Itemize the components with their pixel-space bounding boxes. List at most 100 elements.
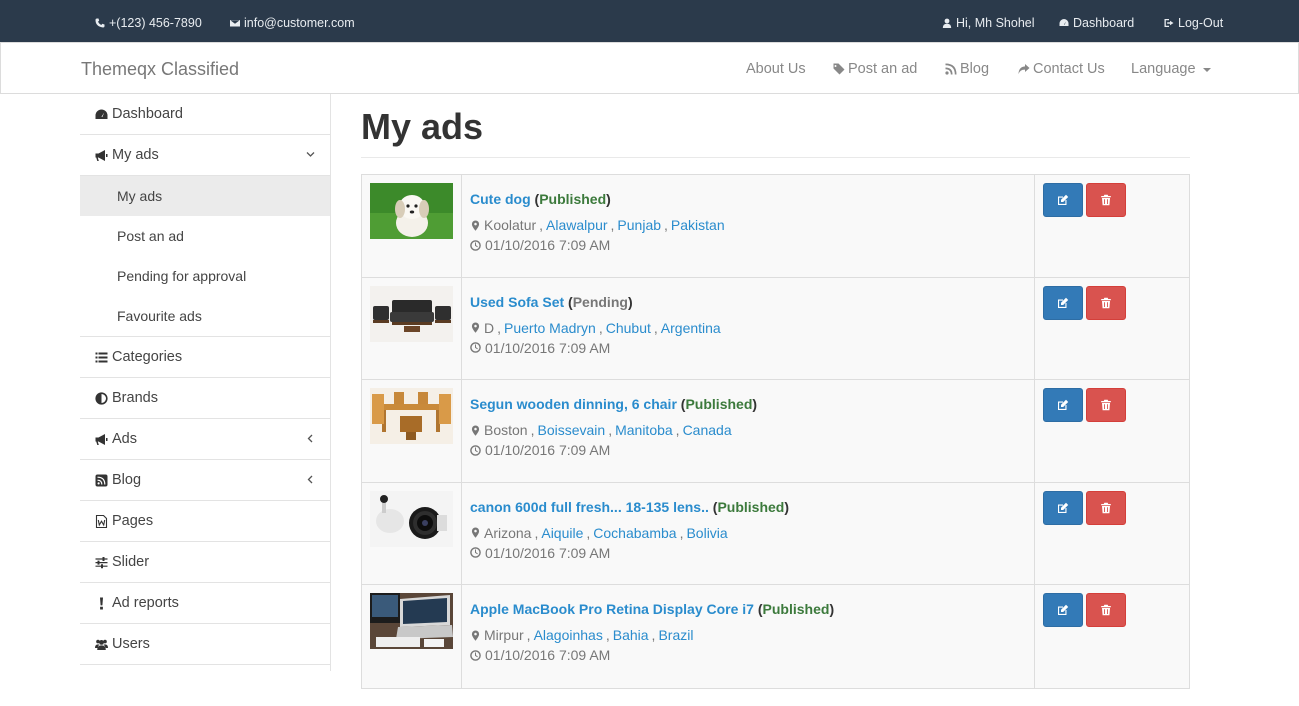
clock-icon xyxy=(470,239,481,251)
sidebar-item-users[interactable]: Users xyxy=(80,624,330,665)
nav-about-us[interactable]: About Us xyxy=(746,61,806,77)
edit-ad-button[interactable] xyxy=(1043,593,1083,627)
submenu-item-pending-approval[interactable]: Pending for approval xyxy=(80,256,330,296)
nav-language-dropdown[interactable]: Language xyxy=(1131,61,1211,77)
ad-state-link[interactable]: Chubut xyxy=(606,320,651,336)
greeting-text: Hi, Mh Shohel xyxy=(956,16,1035,30)
sidebar-item-ads[interactable]: Ads xyxy=(80,419,330,460)
sidebar-item-dashboard[interactable]: Dashboard xyxy=(80,94,330,135)
ad-thumbnail[interactable] xyxy=(370,285,453,342)
ad-area-link[interactable]: Boissevain xyxy=(537,422,605,438)
ad-status: Published xyxy=(539,191,607,207)
logout-text: Log-Out xyxy=(1178,16,1224,30)
delete-ad-button[interactable] xyxy=(1086,285,1126,320)
clock-icon xyxy=(470,649,481,661)
trash-icon xyxy=(1101,604,1111,616)
ad-location: Koolatur, Alawalpur, Punjab, Pakistan xyxy=(470,217,1026,233)
logout-link[interactable]: Log-Out xyxy=(1164,16,1223,30)
ad-title-link[interactable]: Segun wooden dinning, 6 chair xyxy=(470,396,677,412)
edit-ad-button[interactable] xyxy=(1043,285,1083,320)
ad-state-link[interactable]: Punjab xyxy=(617,217,661,233)
sidebar-item-partial[interactable] xyxy=(80,665,330,706)
ad-title-link[interactable]: canon 600d full fresh... 18-135 lens.. xyxy=(470,499,709,515)
ad-state-link[interactable]: Bahia xyxy=(613,627,649,643)
edit-ad-button[interactable] xyxy=(1043,388,1083,422)
ad-thumbnail[interactable] xyxy=(370,593,453,649)
sidebar-item-ad-reports[interactable]: Ad reports xyxy=(80,583,330,624)
tag-icon xyxy=(833,63,845,75)
ad-date: 01/10/2016 7:09 AM xyxy=(470,545,1026,561)
ad-area-link[interactable]: Alagoinhas xyxy=(534,627,603,643)
top-bar: +(123) 456-7890 info@customer.com Hi, Mh… xyxy=(0,0,1299,42)
ad-status: Published xyxy=(762,601,830,617)
sidebar-label: Dashboard xyxy=(112,106,183,122)
delete-ad-button[interactable] xyxy=(1086,183,1126,217)
ad-thumbnail[interactable] xyxy=(370,183,453,239)
submenu-item-post-ad[interactable]: Post an ad xyxy=(80,216,330,256)
chevron-left-icon xyxy=(307,475,313,484)
sidebar-label: Users xyxy=(112,636,150,652)
ad-title-link[interactable]: Used Sofa Set xyxy=(470,294,564,310)
nav-contact-us[interactable]: Contact Us xyxy=(1018,61,1105,77)
sidebar-item-categories[interactable]: Categories xyxy=(80,337,330,378)
ad-title-line: Cute dog (Published) xyxy=(470,191,611,207)
ad-area-link[interactable]: Alawalpur xyxy=(546,217,607,233)
sidebar-item-my-ads[interactable]: My ads xyxy=(80,135,330,176)
sidebar-label: Pages xyxy=(112,513,154,529)
ad-state-link[interactable]: Manitoba xyxy=(615,422,673,438)
user-greeting[interactable]: Hi, Mh Shohel xyxy=(942,16,1035,30)
ad-thumbnail[interactable] xyxy=(370,388,453,444)
ad-area-link[interactable]: Puerto Madryn xyxy=(504,320,596,336)
actions-cell xyxy=(1035,380,1189,482)
ad-area-link[interactable]: Aiquile xyxy=(541,525,583,541)
ad-title-link[interactable]: Apple MacBook Pro Retina Display Core i7 xyxy=(470,601,754,617)
ad-state-link[interactable]: Cochabamba xyxy=(593,525,676,541)
ad-status: Published xyxy=(717,498,785,515)
sidebar-item-blog[interactable]: Blog xyxy=(80,460,330,501)
delete-ad-button[interactable] xyxy=(1086,388,1126,422)
delete-ad-button[interactable] xyxy=(1086,593,1126,627)
ad-thumbnail[interactable] xyxy=(370,490,453,547)
delete-ad-button[interactable] xyxy=(1086,490,1126,525)
ad-city: Mirpur xyxy=(484,627,524,643)
sidebar-item-slider[interactable]: Slider xyxy=(80,542,330,583)
chevron-down-icon xyxy=(306,152,315,157)
thumbnail-cell xyxy=(362,175,462,277)
ad-country-link[interactable]: Pakistan xyxy=(671,217,725,233)
topbar-dashboard-link[interactable]: Dashboard xyxy=(1059,16,1134,30)
list-icon xyxy=(95,352,108,362)
nav-blog[interactable]: Blog xyxy=(945,61,989,77)
my-ads-submenu: My ads Post an ad Pending for approval F… xyxy=(80,176,330,337)
ad-country-link[interactable]: Argentina xyxy=(661,320,721,336)
phone-contact: +(123) 456-7890 xyxy=(95,16,202,30)
brand-logo-text[interactable]: Themeqx Classified xyxy=(81,59,239,80)
sidebar-item-pages[interactable]: Pages xyxy=(80,501,330,542)
share-arrow-icon xyxy=(1018,64,1030,74)
rss-square-icon xyxy=(95,474,108,486)
ad-country-link[interactable]: Brazil xyxy=(658,627,693,643)
email-contact[interactable]: info@customer.com xyxy=(230,16,355,30)
edit-ad-button[interactable] xyxy=(1043,183,1083,217)
nav-language-label: Language xyxy=(1131,61,1196,77)
nav-post-ad[interactable]: Post an ad xyxy=(833,61,917,77)
ad-country-link[interactable]: Canada xyxy=(683,422,732,438)
actions-cell xyxy=(1035,483,1189,585)
edit-icon xyxy=(1058,604,1069,615)
ad-title-line: Segun wooden dinning, 6 chair (Published… xyxy=(470,396,758,412)
dashboard-icon xyxy=(1059,19,1069,26)
ad-country-link[interactable]: Bolivia xyxy=(686,525,727,541)
submenu-item-favourite-ads[interactable]: Favourite ads xyxy=(80,296,330,336)
bullhorn-icon xyxy=(95,433,108,445)
table-row: Apple MacBook Pro Retina Display Core i7… xyxy=(362,585,1189,688)
map-marker-icon xyxy=(471,220,480,231)
edit-ad-button[interactable] xyxy=(1043,490,1083,525)
ad-status: Pending xyxy=(572,293,628,310)
edit-icon xyxy=(1058,297,1069,308)
nav-blog-label: Blog xyxy=(960,61,990,77)
ad-title-link[interactable]: Cute dog xyxy=(470,191,531,207)
dashboard-icon xyxy=(95,109,108,119)
nav-contact-label: Contact Us xyxy=(1033,61,1105,77)
sidebar-item-brands[interactable]: Brands xyxy=(80,378,330,419)
submenu-item-my-ads[interactable]: My ads xyxy=(80,176,330,216)
file-word-icon xyxy=(95,514,108,528)
